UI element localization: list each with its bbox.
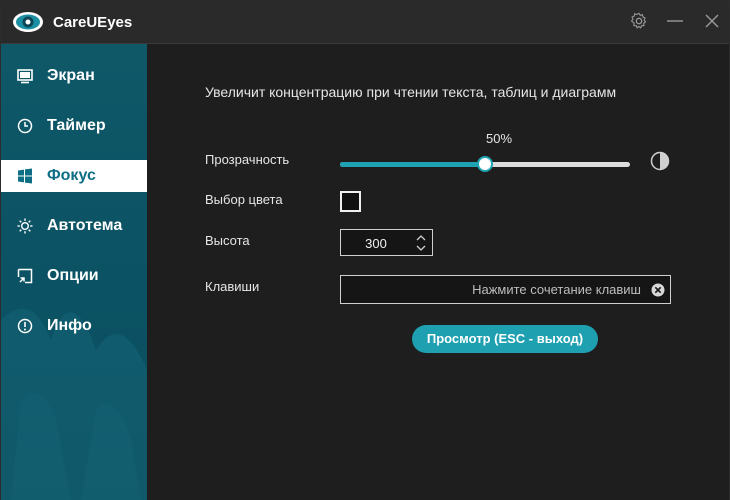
close-icon (705, 14, 719, 28)
minimize-button[interactable] (661, 7, 689, 35)
slider-thumb[interactable] (477, 156, 493, 172)
sidebar-item-screen[interactable]: Экран (1, 60, 147, 92)
gear-icon (630, 12, 647, 29)
height-label: Высота (205, 233, 250, 248)
color-label: Выбор цвета (205, 192, 283, 207)
clock-icon (17, 118, 33, 134)
app-title: CareUEyes (53, 14, 133, 31)
app-window: CareUEyes Экран Таймер Фокус Автотема Оп… (0, 0, 730, 500)
sidebar-item-label: Фокус (47, 167, 96, 184)
height-stepper[interactable]: 300 (340, 229, 433, 256)
minimize-icon (667, 20, 683, 22)
monitor-icon (17, 69, 33, 84)
sidebar-background-illustration (1, 308, 147, 500)
title-bar: CareUEyes (1, 1, 729, 44)
sidebar-item-autotheme[interactable]: Автотема (1, 210, 147, 242)
focus-panel: Увеличит концентрацию при чтении текста,… (147, 44, 729, 500)
color-picker-swatch[interactable] (340, 191, 361, 212)
sidebar: Экран Таймер Фокус Автотема Опции Инфо (1, 44, 147, 500)
page-description: Увеличит концентрацию при чтении текста,… (205, 84, 617, 100)
height-value[interactable]: 300 (341, 236, 411, 251)
sun-icon (17, 218, 33, 234)
sidebar-item-label: Инфо (47, 317, 92, 334)
sidebar-item-timer[interactable]: Таймер (1, 110, 147, 142)
sidebar-item-focus[interactable]: Фокус (1, 160, 147, 192)
preview-button[interactable]: Просмотр (ESC - выход) (412, 325, 598, 353)
hotkeys-label: Клавиши (205, 279, 260, 294)
hotkey-field (340, 275, 671, 304)
hotkey-input[interactable] (341, 276, 641, 303)
eye-logo-icon (13, 12, 43, 32)
info-icon (17, 318, 33, 334)
sidebar-item-info[interactable]: Инфо (1, 310, 147, 342)
close-button[interactable] (698, 7, 726, 35)
slider-fill (340, 162, 485, 167)
sidebar-item-options[interactable]: Опции (1, 260, 147, 292)
sidebar-item-label: Автотема (47, 217, 123, 234)
chevron-up-icon[interactable] (414, 232, 428, 243)
options-icon (17, 268, 33, 284)
clear-icon[interactable] (651, 283, 665, 297)
sidebar-item-label: Экран (47, 67, 95, 84)
contrast-icon (650, 151, 670, 171)
settings-button[interactable] (625, 7, 653, 35)
transparency-value: 50% (486, 131, 513, 146)
windows-icon (18, 168, 32, 184)
transparency-label: Прозрачность (205, 152, 290, 167)
sidebar-item-label: Опции (47, 267, 99, 284)
transparency-slider[interactable] (340, 156, 630, 172)
sidebar-item-label: Таймер (47, 117, 106, 134)
chevron-down-icon[interactable] (414, 243, 428, 254)
